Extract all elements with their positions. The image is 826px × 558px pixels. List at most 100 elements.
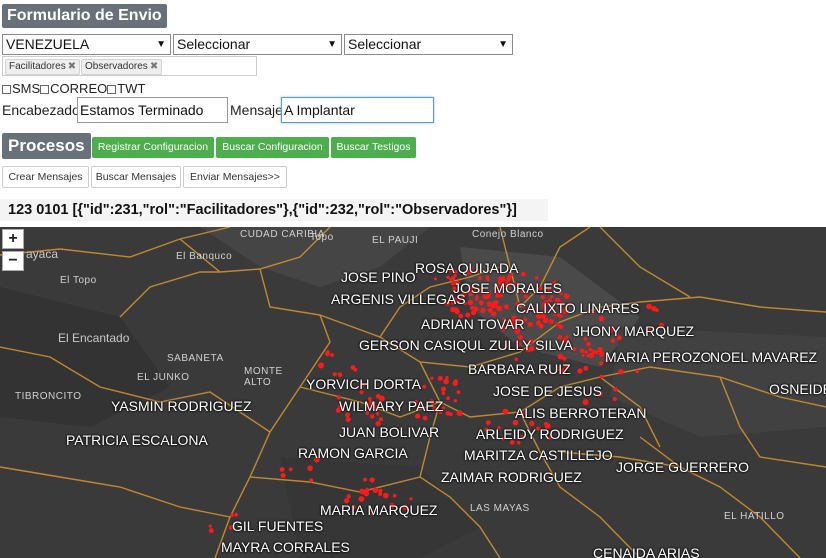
map-point bbox=[496, 305, 503, 312]
map-point bbox=[548, 319, 554, 324]
map-point bbox=[502, 408, 509, 415]
map-point bbox=[491, 302, 498, 308]
map-point bbox=[422, 384, 427, 389]
map-point bbox=[520, 271, 526, 277]
place-label: El Encantado bbox=[58, 331, 130, 345]
marker-label: YASMIN RODRIGUEZ bbox=[111, 398, 252, 414]
map-point bbox=[363, 477, 367, 482]
search-config-button[interactable]: Buscar Configuracion bbox=[216, 137, 329, 158]
send-messages-button[interactable]: Enviar Mensajes>> bbox=[183, 166, 287, 188]
place-label: El Topo bbox=[60, 275, 97, 286]
place-label: EL JUNKO bbox=[137, 372, 190, 383]
tag-label: Facilitadores bbox=[9, 61, 66, 72]
channel-checkboxes: SMS CORREO TWT bbox=[2, 80, 145, 96]
map-point bbox=[208, 528, 214, 534]
checkbox-label: CORREO bbox=[50, 81, 108, 97]
state-select[interactable]: Seleccionar ▼ bbox=[173, 34, 342, 55]
checkbox-label: TWT bbox=[117, 81, 146, 97]
procesos-title: Procesos bbox=[2, 133, 91, 159]
checkbox-sms[interactable]: SMS bbox=[2, 81, 40, 96]
map-point bbox=[309, 478, 314, 483]
map-point bbox=[593, 350, 597, 355]
map-point bbox=[651, 306, 657, 312]
checkbox-twt[interactable]: TWT bbox=[107, 81, 145, 96]
close-icon[interactable]: ✖ bbox=[68, 61, 76, 72]
create-messages-button[interactable]: Crear Mensajes bbox=[2, 166, 89, 188]
header-input[interactable]: Estamos Terminado bbox=[77, 97, 228, 123]
form-title: Formulario de Envio bbox=[2, 4, 167, 28]
map-point bbox=[383, 492, 389, 499]
message-label: Mensaje: bbox=[230, 102, 287, 118]
close-icon[interactable]: ✖ bbox=[150, 61, 158, 72]
chevron-down-icon: ▼ bbox=[156, 39, 166, 50]
map-point bbox=[579, 348, 585, 353]
marker-label: ROSA QUIJADA bbox=[415, 260, 519, 276]
message-input[interactable]: A Implantar bbox=[281, 97, 434, 123]
marker-label: PATRICIA ESCALONA bbox=[66, 432, 208, 448]
map[interactable]: + − CUDAD CARIBIA Topo EL PAUJI Conejo B… bbox=[0, 227, 826, 558]
map-point bbox=[486, 301, 492, 307]
map-point bbox=[646, 303, 652, 310]
map-point bbox=[456, 410, 463, 417]
place-label: Topo bbox=[310, 232, 334, 243]
map-point bbox=[563, 293, 570, 300]
map-point bbox=[542, 317, 549, 324]
marker-label: JOSE PINO bbox=[341, 269, 416, 285]
place-label: MONTE ALTO bbox=[244, 366, 283, 388]
zoom-in-button[interactable]: + bbox=[2, 229, 24, 249]
map-point bbox=[346, 494, 351, 499]
marker-label: GERSON CASIQUL bbox=[359, 337, 486, 353]
municipality-select[interactable]: Seleccionar ▼ bbox=[344, 34, 513, 55]
status-output: 123 0101 [{"id":231,"rol":"Facilitadores… bbox=[0, 199, 548, 221]
search-messages-button[interactable]: Buscar Mensajes bbox=[91, 166, 181, 188]
map-point bbox=[456, 390, 461, 395]
place-label: TIBRONCITO bbox=[15, 391, 82, 402]
map-point bbox=[307, 465, 313, 471]
map-point bbox=[583, 365, 589, 371]
search-witnesses-button[interactable]: Buscar Testigos bbox=[331, 137, 416, 158]
map-point bbox=[584, 350, 588, 354]
map-point bbox=[475, 297, 479, 301]
map-point bbox=[453, 399, 458, 403]
map-point bbox=[558, 324, 563, 329]
marker-label: JHONY MARQUEZ bbox=[573, 323, 695, 339]
map-point bbox=[330, 353, 334, 357]
map-point bbox=[318, 362, 324, 369]
marker-label: RAMON GARCIA bbox=[298, 445, 408, 461]
checkbox-correo[interactable]: CORREO bbox=[40, 81, 107, 96]
municipality-select-value: Seleccionar bbox=[348, 36, 422, 52]
map-point bbox=[441, 391, 446, 396]
marker-label: JORGE GUERRERO bbox=[616, 459, 750, 475]
map-point bbox=[557, 353, 564, 360]
map-point bbox=[480, 307, 486, 314]
marker-label: MAYRA CORRALES bbox=[221, 539, 350, 555]
country-select[interactable]: VENEZUELA ▼ bbox=[2, 34, 171, 55]
map-point bbox=[610, 338, 616, 343]
register-config-button[interactable]: Registrar Configuracion bbox=[92, 137, 214, 158]
map-point bbox=[279, 467, 285, 472]
map-point bbox=[365, 487, 370, 493]
map-point bbox=[441, 386, 446, 392]
place-label: EL HATILLO bbox=[724, 511, 785, 522]
marker-label: GIL FUENTES bbox=[232, 518, 324, 534]
map-point bbox=[598, 315, 605, 322]
map-point bbox=[415, 413, 421, 419]
map-point bbox=[581, 353, 585, 357]
tag-facilitadores: Facilitadores ✖ bbox=[5, 59, 81, 75]
map-point bbox=[597, 347, 603, 353]
map-point bbox=[372, 487, 379, 494]
map-point bbox=[433, 277, 437, 281]
map-point bbox=[599, 361, 604, 366]
map-point bbox=[588, 347, 592, 352]
map-point bbox=[485, 420, 491, 425]
place-label: SABANETA bbox=[167, 353, 224, 364]
place-label: Conejo Blanco bbox=[472, 229, 544, 240]
map-point bbox=[446, 275, 450, 279]
map-point bbox=[618, 369, 624, 375]
marker-label: CALIXTO LINARES bbox=[516, 300, 640, 316]
place-label: El Banquco bbox=[176, 251, 233, 262]
role-multiselect[interactable]: Facilitadores ✖ Observadores ✖ bbox=[2, 56, 257, 76]
map-point bbox=[325, 351, 330, 357]
zoom-out-button[interactable]: − bbox=[2, 251, 24, 271]
map-point bbox=[446, 396, 450, 401]
